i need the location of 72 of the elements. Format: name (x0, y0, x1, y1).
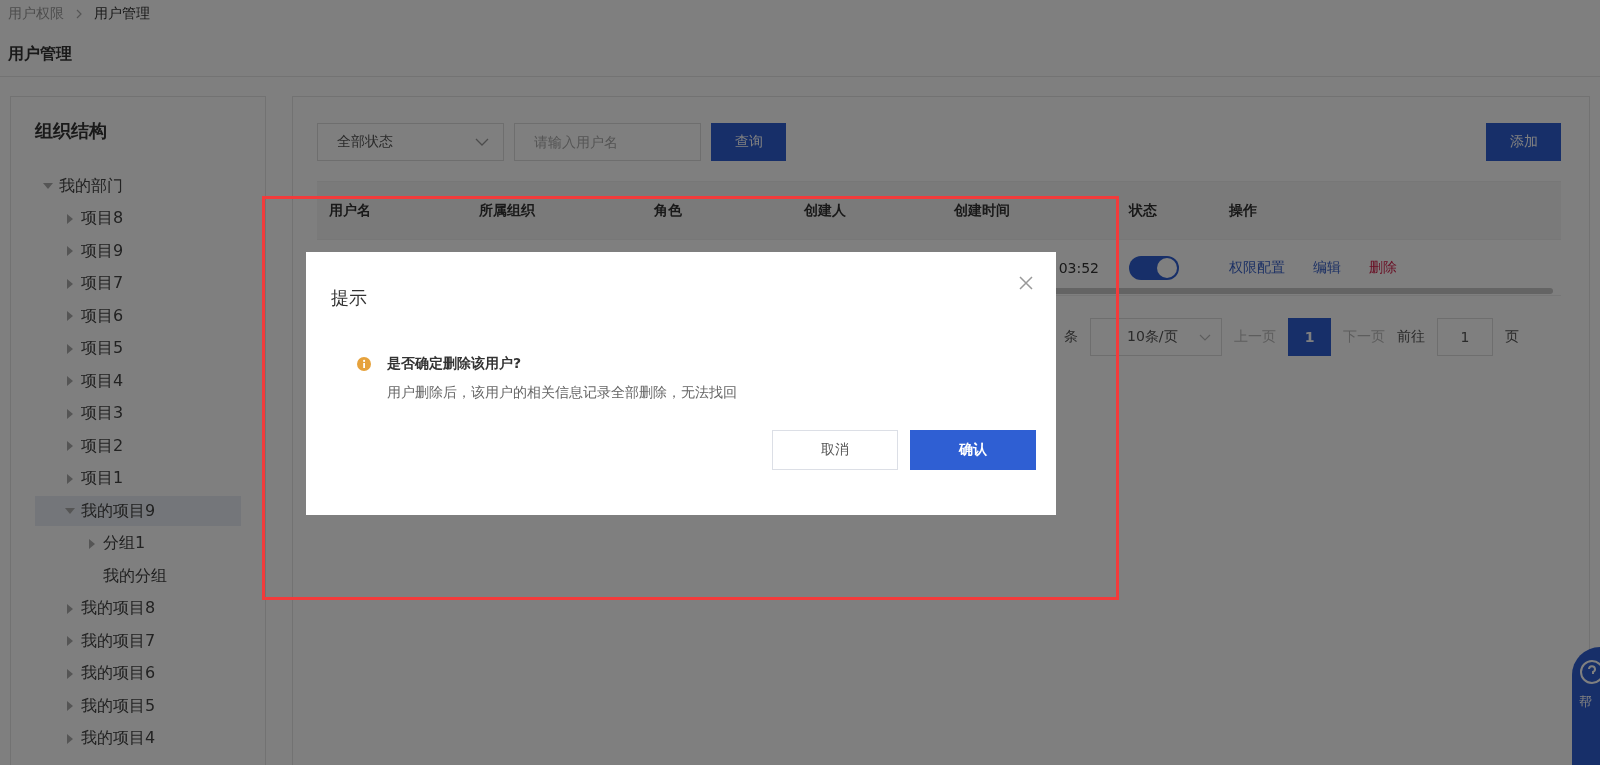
tree-item[interactable]: 我的分组 (35, 561, 241, 591)
column-header: 操作 (1228, 201, 1258, 220)
caret-right-icon[interactable] (65, 213, 75, 224)
column-header: 创建人 (803, 201, 847, 220)
tree-item[interactable]: 我的项目5 (35, 691, 241, 721)
tree-item[interactable]: 我的项目8 (35, 593, 241, 624)
tree-item[interactable]: 项目3 (35, 398, 241, 429)
help-widget[interactable]: 帮 (1572, 647, 1600, 765)
dialog-heading: 是否确定删除该用户? (387, 355, 523, 373)
column-header: 角色 (653, 201, 683, 220)
chevron-down-icon (475, 138, 489, 146)
column-header: 所属组织 (478, 201, 536, 220)
status-toggle[interactable] (1129, 255, 1179, 280)
tree-item[interactable]: 项目1 (35, 463, 241, 494)
caret-down-icon[interactable] (43, 181, 53, 191)
confirm-button[interactable]: 确认 (910, 430, 1036, 470)
total-text: 条 (1064, 328, 1078, 346)
action-link[interactable]: 编辑 (1313, 258, 1341, 277)
close-icon[interactable] (1018, 275, 1034, 291)
tree-item[interactable]: 项目7 (35, 268, 241, 299)
caret-right-icon[interactable] (65, 408, 75, 419)
tree-item[interactable]: 项目9 (35, 236, 241, 266)
status-select[interactable]: 全部状态 (317, 123, 504, 161)
column-header: 用户名 (328, 201, 372, 220)
caret-down-icon[interactable] (65, 506, 75, 516)
dialog-title: 提示 (331, 286, 367, 310)
caret-right-icon[interactable] (65, 343, 75, 354)
add-button[interactable]: 添加 (1486, 123, 1561, 161)
chevron-right-icon (74, 9, 84, 19)
column-header: 状态 (1127, 201, 1158, 220)
tree-item[interactable]: 我的部门 (35, 171, 241, 201)
caret-right-icon[interactable] (65, 376, 75, 386)
chevron-down-icon (1199, 333, 1211, 341)
caret-right-icon[interactable] (65, 701, 75, 711)
tree-item[interactable]: 我的项目9 (35, 496, 241, 526)
tree-item[interactable]: 项目6 (35, 301, 241, 331)
info-icon (357, 357, 371, 371)
caret-right-icon[interactable] (65, 636, 75, 646)
help-icon (1579, 659, 1600, 685)
query-button[interactable]: 查询 (711, 123, 786, 161)
action-link[interactable]: 权限配置 (1229, 258, 1285, 277)
caret-right-icon[interactable] (65, 441, 75, 451)
tree-item[interactable]: 项目8 (35, 203, 241, 234)
cancel-button[interactable]: 取消 (772, 430, 898, 470)
page-size-select[interactable]: 10条/页 (1090, 318, 1222, 356)
caret-right-icon[interactable] (65, 278, 75, 289)
dialog-message: 用户删除后，该用户的相关信息记录全部删除，无法找回 (387, 384, 738, 402)
tree-item[interactable]: 项目5 (35, 333, 241, 364)
caret-right-icon[interactable] (65, 246, 75, 256)
caret-right-icon[interactable] (65, 311, 75, 321)
page-title: 用户管理 (0, 25, 1600, 77)
tree-item[interactable]: 项目2 (35, 431, 241, 461)
page-button[interactable]: 1 (1288, 318, 1331, 356)
caret-right-icon[interactable] (65, 603, 75, 614)
delete-link[interactable]: 删除 (1369, 258, 1397, 277)
caret-right-icon[interactable] (65, 473, 75, 484)
sidebar-title: 组织结构 (35, 119, 108, 143)
table-cell-text: 03:52 (1057, 259, 1100, 276)
tree-item[interactable]: 我的项目7 (35, 626, 241, 656)
help-label: 帮 (1579, 693, 1592, 711)
caret-right-icon[interactable] (65, 733, 75, 744)
tree-item[interactable]: 分组1 (35, 528, 241, 559)
caret-right-icon[interactable] (87, 538, 97, 549)
page-suffix: 页 (1505, 328, 1519, 346)
column-header: 创建时间 (953, 201, 1011, 220)
goto-page-field[interactable]: 1 (1437, 318, 1493, 356)
breadcrumb-item: 用户管理 (94, 5, 150, 23)
tree-item[interactable]: 项目4 (35, 366, 241, 396)
goto-label: 前往 (1397, 328, 1425, 346)
caret-right-icon[interactable] (65, 668, 75, 679)
tree-item[interactable]: 我的项目4 (35, 723, 241, 754)
tree-item[interactable]: 我的项目6 (35, 658, 241, 689)
